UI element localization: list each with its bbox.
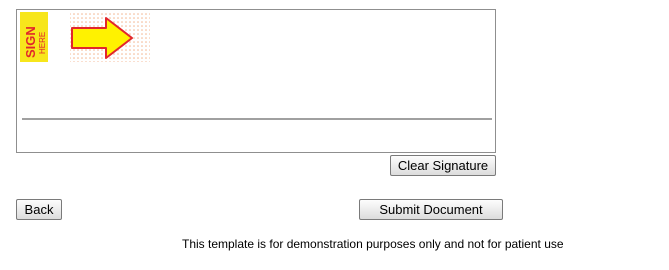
sign-here-badge: SIGN HERE: [20, 12, 150, 62]
disclaimer-text: This template is for demonstration purpo…: [182, 237, 564, 251]
back-button[interactable]: Back: [16, 199, 62, 220]
clear-signature-button[interactable]: Clear Signature: [390, 155, 496, 176]
here-text: HERE: [38, 32, 47, 54]
sign-text: SIGN: [23, 26, 38, 58]
submit-document-button[interactable]: Submit Document: [359, 199, 503, 220]
signature-pad[interactable]: SIGN HERE: [16, 9, 496, 153]
signature-line: [22, 118, 492, 120]
